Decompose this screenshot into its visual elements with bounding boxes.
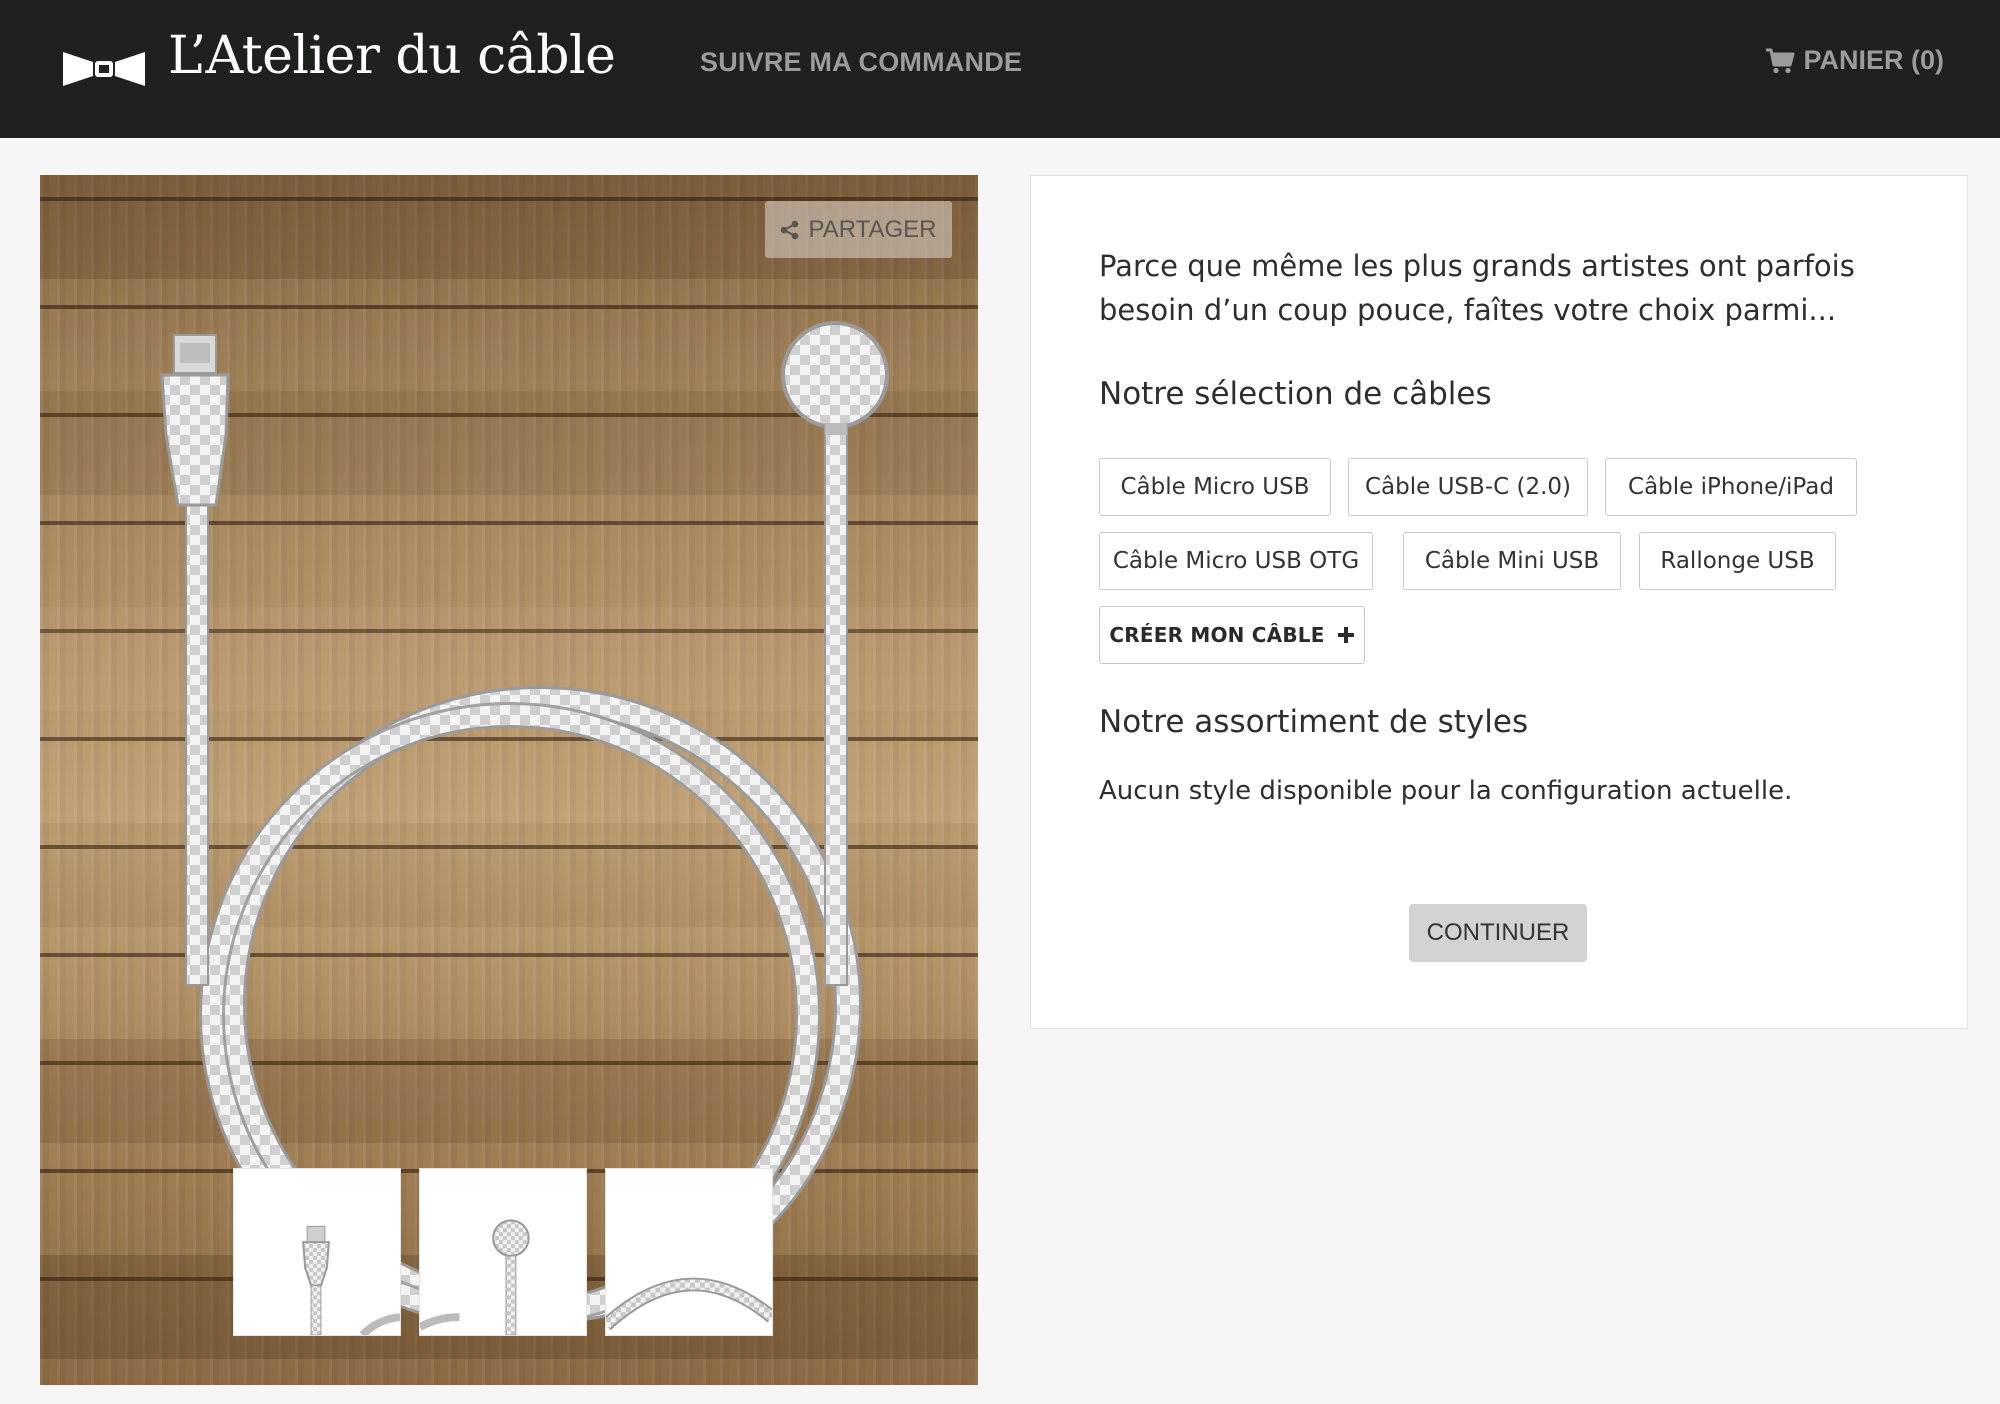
styles-heading: Notre assortiment de styles	[1099, 704, 1529, 740]
cart-icon	[1766, 48, 1795, 73]
share-label: PARTAGER	[808, 215, 937, 243]
cart-label: PANIER (0)	[1803, 45, 1944, 75]
site-header: L’Atelier du câble SUIVRE MA COMMANDE PA…	[0, 0, 2000, 138]
configurator-panel: Parce que même les plus grands artistes …	[1030, 175, 1968, 1029]
cable-option-usb-c[interactable]: Câble USB-C (2.0)	[1348, 458, 1588, 516]
product-preview: PARTAGER	[40, 175, 978, 1385]
bowtie-logo-icon[interactable]	[63, 48, 145, 90]
plus-icon	[1337, 627, 1354, 643]
brand-name[interactable]: L’Atelier du câble	[168, 26, 616, 86]
thumbnail-cable[interactable]	[601, 1168, 777, 1336]
cable-option-micro-usb-otg[interactable]: Câble Micro USB OTG	[1099, 532, 1373, 590]
create-cable-button[interactable]: CRÉER MON CÂBLE	[1099, 606, 1365, 664]
cable-option-iphone-ipad[interactable]: Câble iPhone/iPad	[1605, 458, 1857, 516]
no-style-message: Aucun style disponible pour la configura…	[1099, 776, 1793, 806]
intro-text: Parce que même les plus grands artistes …	[1099, 249, 1855, 327]
micro-usb-connector-icon	[302, 1225, 401, 1338]
continue-button[interactable]: CONTINUER	[1409, 904, 1587, 962]
thumbnail-connector-b[interactable]	[418, 1168, 587, 1336]
cable-option-mini-usb[interactable]: Câble Mini USB	[1403, 532, 1621, 590]
cable-loop-icon	[601, 1277, 777, 1331]
cable-option-usb-extension[interactable]: Rallonge USB	[1639, 532, 1836, 590]
share-icon	[781, 220, 799, 239]
round-connector-icon	[418, 1219, 530, 1336]
create-cable-label: CRÉER MON CÂBLE	[1109, 623, 1325, 647]
cart-link[interactable]: PANIER (0)	[1765, 45, 1944, 76]
track-order-link[interactable]: SUIVRE MA COMMANDE	[700, 47, 1022, 78]
cable-option-micro-usb[interactable]: Câble Micro USB	[1099, 458, 1331, 516]
cables-heading: Notre sélection de câbles	[1099, 376, 1492, 412]
share-button[interactable]: PARTAGER	[765, 201, 952, 258]
thumbnail-connector-a[interactable]	[233, 1168, 401, 1338]
